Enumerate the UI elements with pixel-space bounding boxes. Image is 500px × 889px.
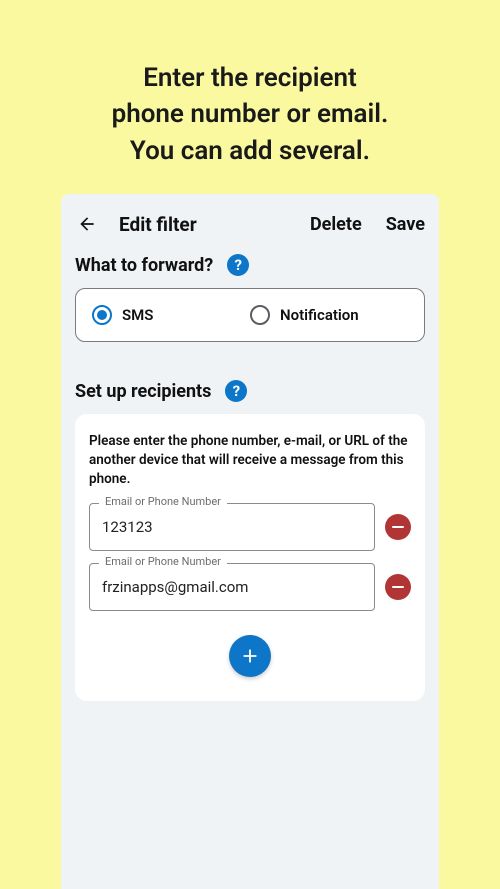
field-label: Email or Phone Number xyxy=(99,495,227,508)
recipient-row: Email or Phone Number xyxy=(89,503,411,551)
help-forward-button[interactable]: ? xyxy=(227,254,249,276)
add-row xyxy=(89,635,411,677)
recipient-row: Email or Phone Number xyxy=(89,563,411,611)
forward-card: SMS Notification xyxy=(75,288,425,342)
app-screen: Edit filter Delete Save What to forward?… xyxy=(61,194,439,889)
promo-line: Enter the recipient xyxy=(143,63,356,93)
forward-title: What to forward? xyxy=(75,255,213,276)
minus-icon xyxy=(392,526,404,529)
radio-sms-label: SMS xyxy=(122,306,153,324)
radio-notification-label: Notification xyxy=(280,306,359,324)
recipients-section: Set up recipients ? Please enter the pho… xyxy=(61,376,439,701)
radio-icon xyxy=(92,305,112,325)
field-label: Email or Phone Number xyxy=(99,555,227,568)
save-button[interactable]: Save xyxy=(386,214,425,235)
question-icon: ? xyxy=(235,256,242,274)
recipients-header: Set up recipients ? xyxy=(75,380,425,402)
recipients-instruction: Please enter the phone number, e-mail, o… xyxy=(89,432,411,489)
promo-line: phone number or email. xyxy=(112,99,389,129)
help-recipients-button[interactable]: ? xyxy=(225,380,247,402)
recipients-title: Set up recipients xyxy=(75,381,211,402)
radio-notification[interactable]: Notification xyxy=(250,305,408,325)
remove-recipient-button[interactable] xyxy=(385,514,411,540)
page-title: Edit filter xyxy=(119,213,286,236)
recipient-input[interactable] xyxy=(89,563,375,611)
promo-heading: Enter the recipient phone number or emai… xyxy=(72,60,429,169)
forward-radio-group: SMS Notification xyxy=(92,305,408,325)
back-button[interactable] xyxy=(75,212,99,236)
recipients-card: Please enter the phone number, e-mail, o… xyxy=(75,414,425,701)
recipient-input[interactable] xyxy=(89,503,375,551)
remove-recipient-button[interactable] xyxy=(385,574,411,600)
minus-icon xyxy=(392,586,404,589)
recipient-field-wrap: Email or Phone Number xyxy=(89,503,375,551)
question-icon: ? xyxy=(233,382,240,400)
forward-header: What to forward? ? xyxy=(75,254,425,276)
forward-section: What to forward? ? SMS Notification xyxy=(61,250,439,342)
promo-line: You can add several. xyxy=(130,136,370,166)
app-bar: Edit filter Delete Save xyxy=(61,194,439,250)
radio-icon xyxy=(250,305,270,325)
add-recipient-button[interactable] xyxy=(229,635,271,677)
radio-sms[interactable]: SMS xyxy=(92,305,250,325)
recipient-field-wrap: Email or Phone Number xyxy=(89,563,375,611)
arrow-left-icon xyxy=(77,214,97,234)
plus-icon xyxy=(239,645,261,667)
delete-button[interactable]: Delete xyxy=(310,214,362,235)
